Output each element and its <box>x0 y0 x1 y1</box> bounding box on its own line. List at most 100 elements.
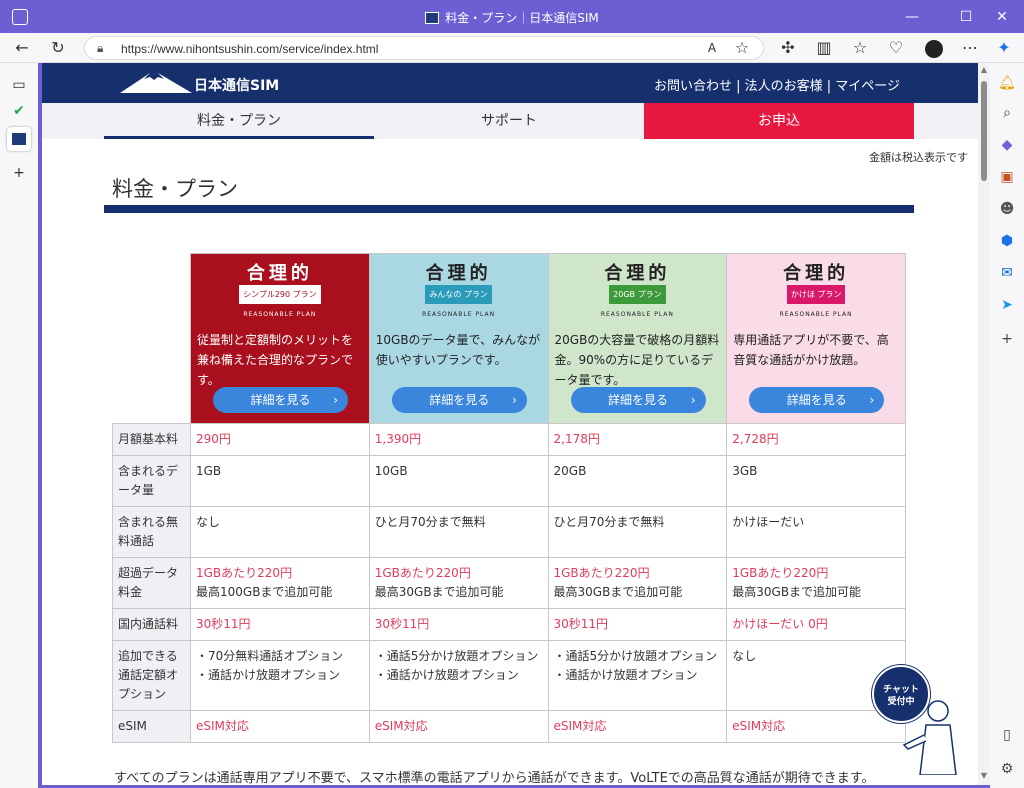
more-menu-icon[interactable]: ⋯ <box>958 36 982 60</box>
table-cell: 30秒11円 <box>190 608 370 641</box>
table-row: 含まれるデータ量 1GB 10GB 20GB 3GB <box>112 455 906 507</box>
title-bar: 料金・プラン｜日本通信SIM — ☐ ✕ <box>0 0 1024 33</box>
table-row: eSIM eSIM対応 eSIM対応 eSIM対応 eSIM対応 <box>112 710 906 743</box>
plan-logo: 合理的 20GB プラン REASONABLE PLAN <box>600 263 674 318</box>
view-details-button[interactable]: 詳細を見る › <box>391 387 527 413</box>
table-cell: 3GB <box>726 455 906 507</box>
hide-sidebar-icon[interactable]: ▯ <box>995 723 1019 747</box>
tools-briefcase-icon[interactable]: ▣ <box>995 165 1019 189</box>
scroll-up-arrow-icon[interactable]: ▲ <box>979 65 989 74</box>
mount-fuji-logo-icon[interactable] <box>120 71 192 95</box>
plan-description: 20GBの大容量で破格の月額料金。90%の方に足りているデータ量です。 <box>554 333 720 387</box>
page-title: 料金・プラン <box>112 177 238 201</box>
search-icon[interactable]: ⌕ <box>995 101 1019 125</box>
row-header: 国内通話料 <box>112 608 191 641</box>
close-button[interactable]: ✕ <box>980 6 1024 28</box>
plan-description: 専用通話アプリが不要で、高音質な通話がかけ放題。 <box>733 333 889 367</box>
plan-header-2: 合理的 みんなの プラン REASONABLE PLAN 10GBのデータ量で、みんな… <box>368 253 549 424</box>
people-icon[interactable]: ☻ <box>995 197 1019 221</box>
chat-widget[interactable]: チャット 受付中 <box>872 665 962 775</box>
row-header: 超過データ料金 <box>112 557 191 609</box>
shopping-tag-icon[interactable]: ◆ <box>995 133 1019 157</box>
new-tab-icon[interactable]: + <box>7 161 31 185</box>
main-nav: 料金・プラン サポート お申込 <box>42 103 978 139</box>
tab-favicon-green-icon[interactable]: ✔ <box>7 99 31 123</box>
browser-essentials-icon[interactable]: ♡ <box>884 36 908 60</box>
extensions-icon[interactable]: ✣ <box>776 36 800 60</box>
row-header: 月額基本料 <box>112 423 191 456</box>
table-cell: 30秒11円 <box>368 608 549 641</box>
browser-toolbar: ← ↻ 🔒︎ https://www.nihontsushin.com/serv… <box>0 33 1024 63</box>
table-cell: 1GBあたり220円 最高30GBまで追加可能 <box>368 557 549 609</box>
plan-logo: 合理的 かけほ プラン REASONABLE PLAN <box>779 263 853 318</box>
edge-sidebar: 🔔︎ ⌕ ◆ ▣ ☻ ⬢ ✉ ➤ + ▯ ⚙ <box>990 63 1024 788</box>
plans-footnote: すべてのプランは通話専用アプリ不要で、スマホ標準の電話アプリから通話ができます。… <box>114 771 875 785</box>
table-cell: かけほーだい <box>726 506 906 558</box>
notification-bell-icon[interactable]: 🔔︎ <box>995 71 1019 95</box>
view-details-button[interactable]: 詳細を見る › <box>749 387 885 413</box>
scrollbar-thumb[interactable] <box>981 81 987 181</box>
row-header: 含まれる無料通話 <box>112 506 191 558</box>
outlook-icon[interactable]: ✉ <box>995 261 1019 285</box>
table-cell: ひと月70分まで無料 <box>368 506 549 558</box>
tab-actions-icon[interactable]: ▭ <box>7 73 31 97</box>
chevron-right-icon: › <box>690 393 696 407</box>
table-row: 含まれる無料通話 なし ひと月70分まで無料 ひと月70分まで無料 かけほーだい <box>112 506 906 558</box>
nav-support[interactable]: サポート <box>374 103 644 139</box>
table-cell: ・70分無料通話オプション ・通話かけ放題オプション <box>190 640 370 711</box>
table-cell: 30秒11円 <box>547 608 728 641</box>
table-cell: eSIM対応 <box>368 710 549 743</box>
table-cell: 2,178円 <box>547 423 728 456</box>
view-details-button[interactable]: 詳細を見る › <box>213 387 348 413</box>
plan-description: 従量制と定額制のメリットを兼ね備えた合理的なプランです。 <box>197 333 354 387</box>
page-scrollbar[interactable]: ▲ ▼ <box>978 63 990 785</box>
refresh-icon[interactable]: ↻ <box>46 36 70 60</box>
favorites-icon[interactable]: ☆ <box>848 36 872 60</box>
table-cell: 1GBあたり220円 最高100GBまで追加可能 <box>190 557 370 609</box>
table-cell: かけほーだい 0円 <box>726 608 906 641</box>
plan-comparison-table: 合理的 シンプル290 プラン REASONABLE PLAN 従量制と定額制のメリッ… <box>112 253 906 743</box>
add-sidebar-app-icon[interactable]: + <box>995 327 1019 351</box>
chevron-right-icon: › <box>511 393 517 407</box>
table-cell: 20GB <box>547 455 728 507</box>
site-favicon-icon <box>425 12 440 24</box>
tax-note: 金額は税込表示です <box>869 151 968 164</box>
row-header: 追加できる通話定額オプション <box>112 640 191 711</box>
row-header: eSIM <box>112 710 191 743</box>
favorite-star-icon[interactable]: ☆ <box>730 36 754 60</box>
plan-header-1: 合理的 シンプル290 プラン REASONABLE PLAN 従量制と定額制のメリッ… <box>190 253 370 424</box>
site-logo-text[interactable]: 日本通信SIM <box>194 75 279 95</box>
nav-pricing[interactable]: 料金・プラン <box>104 103 374 139</box>
view-details-button[interactable]: 詳細を見る › <box>570 387 706 413</box>
scroll-down-arrow-icon[interactable]: ▼ <box>979 771 989 780</box>
plan-header-4: 合理的 かけほ プラン REASONABLE PLAN 専用通話アプリが不要で、高音質… <box>726 253 906 424</box>
profile-avatar[interactable] <box>922 36 946 60</box>
plan-logo: 合理的 シンプル290 プラン REASONABLE PLAN <box>191 264 369 324</box>
lock-icon[interactable]: 🔒︎ <box>97 41 103 56</box>
send-icon[interactable]: ➤ <box>995 293 1019 317</box>
site-header: 日本通信SIM お問い合わせ | 法人のお客様 | マイページ <box>42 63 978 103</box>
chevron-right-icon: › <box>869 393 875 407</box>
plan-logo: 合理的 みんなの プラン REASONABLE PLAN <box>422 263 496 318</box>
url-text[interactable]: https://www.nihontsushin.com/service/ind… <box>121 42 378 56</box>
address-bar[interactable]: 🔒︎ https://www.nihontsushin.com/service/… <box>84 36 764 60</box>
table-cell: eSIM対応 <box>547 710 728 743</box>
table-row: 超過データ料金 1GBあたり220円 最高100GBまで追加可能 1GBあたり220円… <box>112 557 906 609</box>
table-cell: なし <box>190 506 370 558</box>
nav-apply-button[interactable]: お申込 <box>644 103 914 139</box>
copilot-icon[interactable]: ✦ <box>992 36 1016 60</box>
table-cell: 2,728円 <box>726 423 906 456</box>
header-links[interactable]: お問い合わせ | 法人のお客様 | マイページ <box>654 75 900 94</box>
tab-active-nihontsushin[interactable] <box>7 127 31 151</box>
table-row: 月額基本料 290円 1,390円 2,178円 2,728円 <box>112 423 906 456</box>
read-aloud-icon[interactable]: A <box>700 36 724 60</box>
office-icon[interactable]: ⬢ <box>995 229 1019 253</box>
back-arrow-icon[interactable]: ← <box>10 36 34 60</box>
settings-gear-icon[interactable]: ⚙ <box>995 757 1019 781</box>
split-screen-icon[interactable]: ▥ <box>812 36 836 60</box>
table-corner <box>112 253 191 424</box>
vertical-tabs-rail: ▭ ✔ + <box>0 63 38 788</box>
title-divider <box>104 205 914 213</box>
minimize-button[interactable]: — <box>890 6 934 28</box>
page-viewport: 日本通信SIM お問い合わせ | 法人のお客様 | マイページ 料金・プラン サ… <box>42 63 978 785</box>
